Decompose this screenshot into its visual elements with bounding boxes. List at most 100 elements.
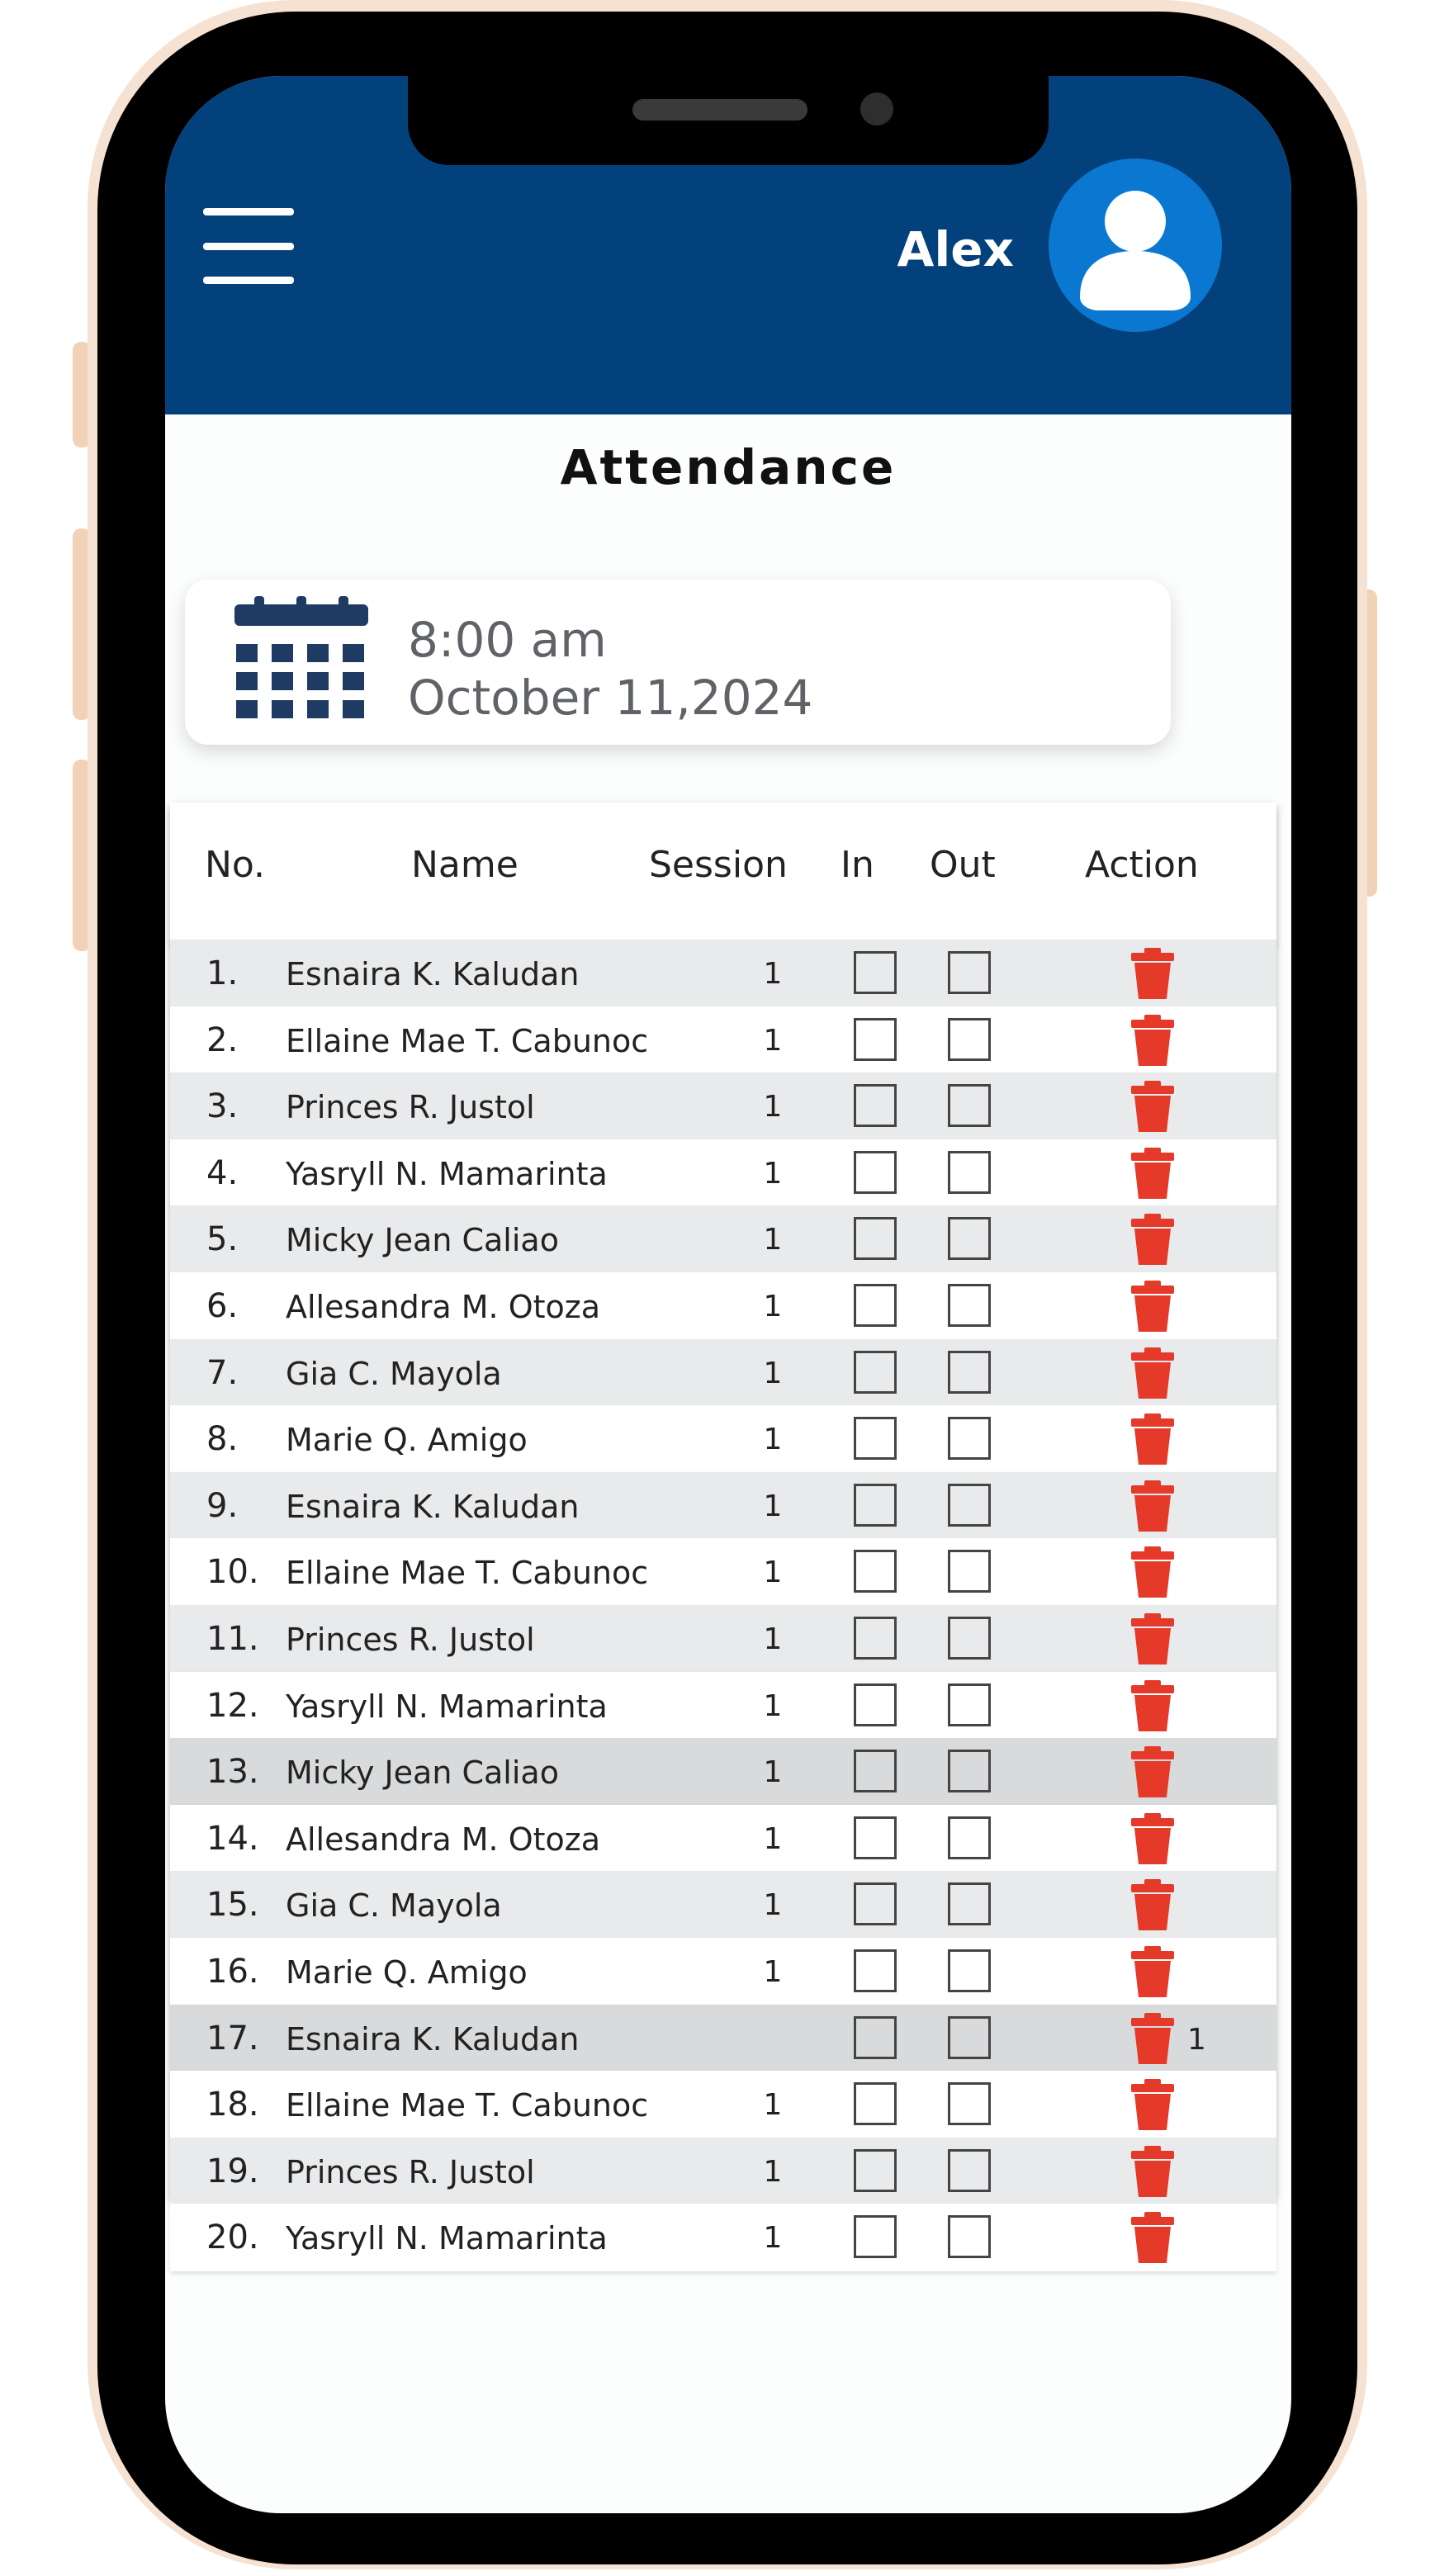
session-count: 1	[763, 1023, 783, 1058]
session-count: 1	[763, 1090, 783, 1125]
time-out-checkbox[interactable]	[948, 1150, 991, 1194]
time-out-checkbox[interactable]	[948, 1017, 991, 1061]
column-header-no: No.	[205, 844, 266, 886]
student-name: Allesandra M. Otoza	[286, 1289, 601, 1325]
phone-notch	[408, 76, 1049, 165]
student-name: Esnaira K. Kaludan	[286, 1488, 580, 1525]
trash-icon[interactable]	[1128, 1412, 1177, 1466]
time-out-checkbox[interactable]	[948, 2015, 991, 2059]
table-row: 17. Esnaira K. Kaludan 1	[170, 2004, 1276, 2072]
time-in-checkbox[interactable]	[854, 2015, 897, 2059]
time-out-checkbox[interactable]	[948, 1483, 991, 1527]
trash-icon[interactable]	[1128, 1479, 1177, 1533]
attendance-table: No. Name Session In Out Action 1. Esnaira…	[170, 803, 1276, 2272]
table-row: 3. Princes R. Justol 1	[170, 1073, 1276, 1141]
row-number: 16.	[206, 1953, 259, 1991]
trash-icon[interactable]	[1128, 1878, 1177, 1932]
trash-icon[interactable]	[1128, 2210, 1177, 2265]
time-out-checkbox[interactable]	[948, 1949, 991, 1992]
time-in-checkbox[interactable]	[854, 1683, 897, 1726]
time-in-checkbox[interactable]	[854, 2082, 897, 2126]
time-in-checkbox[interactable]	[854, 951, 897, 994]
session-count: 1	[763, 1423, 783, 1457]
time-out-checkbox[interactable]	[948, 1084, 991, 1128]
time-in-checkbox[interactable]	[854, 1550, 897, 1593]
user-avatar-icon[interactable]	[1049, 159, 1222, 332]
time-in-checkbox[interactable]	[854, 1150, 897, 1194]
trash-icon[interactable]	[1128, 1545, 1177, 1599]
trash-icon[interactable]	[1128, 1944, 1177, 1999]
time-out-checkbox[interactable]	[948, 2215, 991, 2259]
phone-speaker	[632, 99, 807, 121]
time-in-checkbox[interactable]	[854, 1284, 897, 1327]
trash-icon[interactable]	[1128, 1612, 1177, 1666]
time-in-checkbox[interactable]	[854, 1816, 897, 1859]
time-in-checkbox[interactable]	[854, 2148, 897, 2192]
student-name: Micky Jean Caliao	[286, 1222, 559, 1259]
session-date-card: 8:00 am October 11,2024	[185, 580, 1171, 745]
trash-icon[interactable]	[1128, 1679, 1177, 1733]
trash-icon[interactable]	[1128, 2011, 1177, 2066]
column-header-action: Action	[1085, 844, 1199, 886]
time-out-checkbox[interactable]	[948, 1417, 991, 1461]
row-number: 19.	[206, 2152, 259, 2190]
trash-icon[interactable]	[1128, 2144, 1177, 2199]
student-name: Ellaine Mae T. Cabunoc	[286, 1022, 649, 1059]
row-number: 7.	[206, 1353, 239, 1392]
time-in-checkbox[interactable]	[854, 1084, 897, 1128]
time-in-checkbox[interactable]	[854, 1483, 897, 1527]
trash-icon[interactable]	[1128, 946, 1177, 1001]
time-out-checkbox[interactable]	[948, 1882, 991, 1926]
table-row: 2. Ellaine Mae T. Cabunoc 1	[170, 1006, 1276, 1074]
trash-icon[interactable]	[1128, 1013, 1177, 1068]
time-out-checkbox[interactable]	[948, 951, 991, 994]
student-name: Yasryll N. Mamarinta	[286, 2220, 608, 2257]
trash-icon[interactable]	[1128, 1212, 1177, 1267]
session-count: 1	[763, 1356, 783, 1390]
time-in-checkbox[interactable]	[854, 1417, 897, 1461]
time-out-checkbox[interactable]	[948, 1750, 991, 1793]
time-in-checkbox[interactable]	[854, 1882, 897, 1926]
row-number: 17.	[206, 2019, 259, 2057]
time-in-checkbox[interactable]	[854, 1217, 897, 1261]
student-name: Micky Jean Caliao	[286, 1754, 559, 1792]
row-number: 15.	[206, 1886, 259, 1925]
trash-icon[interactable]	[1128, 1279, 1177, 1333]
student-name: Princes R. Justol	[286, 2153, 535, 2190]
time-out-checkbox[interactable]	[948, 2148, 991, 2192]
column-header-in: In	[841, 844, 874, 886]
row-number: 2.	[206, 1020, 239, 1059]
column-header-name: Name	[411, 844, 519, 886]
table-row: 15. Gia C. Mayola 1	[170, 1871, 1276, 1939]
student-name: Yasryll N. Mamarinta	[286, 1688, 608, 1725]
trash-icon[interactable]	[1128, 1811, 1177, 1866]
time-out-checkbox[interactable]	[948, 1350, 991, 1394]
app-screen: Alex Attendance 8:00 am October 11,2024 …	[165, 76, 1291, 2513]
trash-icon[interactable]	[1128, 1146, 1177, 1200]
hamburger-menu-icon[interactable]	[203, 208, 294, 284]
time-out-checkbox[interactable]	[948, 1617, 991, 1660]
time-out-checkbox[interactable]	[948, 2082, 991, 2126]
time-out-checkbox[interactable]	[948, 1683, 991, 1726]
table-row: 4. Yasryll N. Mamarinta 1	[170, 1139, 1276, 1207]
student-name: Esnaira K. Kaludan	[286, 956, 580, 992]
trash-icon[interactable]	[1128, 1346, 1177, 1400]
time-in-checkbox[interactable]	[854, 2215, 897, 2259]
table-row: 20. Yasryll N. Mamarinta 1	[170, 2204, 1276, 2272]
trash-icon[interactable]	[1128, 2077, 1177, 2132]
row-number: 9.	[206, 1486, 239, 1525]
time-out-checkbox[interactable]	[948, 1816, 991, 1859]
time-out-checkbox[interactable]	[948, 1217, 991, 1261]
time-in-checkbox[interactable]	[854, 1949, 897, 1992]
trash-icon[interactable]	[1128, 1079, 1177, 1134]
time-in-checkbox[interactable]	[854, 1017, 897, 1061]
time-out-checkbox[interactable]	[948, 1550, 991, 1593]
time-in-checkbox[interactable]	[854, 1750, 897, 1793]
time-in-checkbox[interactable]	[854, 1617, 897, 1660]
trash-icon[interactable]	[1128, 1745, 1177, 1799]
row-number: 1.	[206, 954, 239, 992]
time-out-checkbox[interactable]	[948, 1284, 991, 1327]
table-row: 10. Ellaine Mae T. Cabunoc 1	[170, 1538, 1276, 1607]
time-in-checkbox[interactable]	[854, 1350, 897, 1394]
student-name: Ellaine Mae T. Cabunoc	[286, 2087, 649, 2124]
